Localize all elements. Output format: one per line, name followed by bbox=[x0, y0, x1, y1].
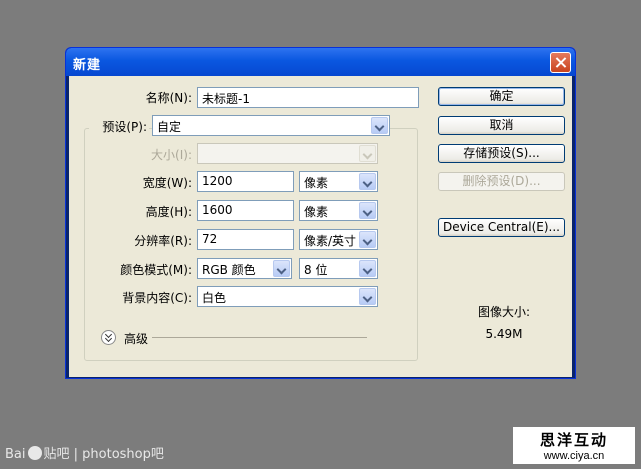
color-mode-value: RGB 颜色 bbox=[202, 263, 256, 277]
chevron-down-icon[interactable] bbox=[371, 117, 388, 134]
preset-label: 预设(P): bbox=[89, 118, 149, 135]
device-central-button[interactable]: Device Central(E)... bbox=[438, 218, 565, 237]
logo-text: 思洋互动 bbox=[539, 431, 608, 449]
color-mode-label: 颜色模式(M): bbox=[120, 263, 192, 277]
resolution-unit-value: 像素/英寸 bbox=[304, 234, 357, 248]
save-preset-button[interactable]: 存储预设(S)... bbox=[438, 144, 565, 163]
background-select[interactable]: 白色 bbox=[197, 286, 378, 307]
dialog-title: 新建 bbox=[73, 58, 102, 73]
background-label: 背景内容(C): bbox=[122, 291, 192, 305]
width-unit-value: 像素 bbox=[304, 176, 329, 190]
width-label: 宽度(W): bbox=[142, 176, 192, 190]
forum-name: | photoshop吧 bbox=[73, 447, 164, 462]
dialog-body: 名称(N): 未标题-1 预设(P): 自定 大小(I): 宽度(W): 120… bbox=[69, 76, 572, 377]
new-document-dialog: 新建 名称(N): 未标题-1 预设(P): 自定 大小(I): 宽度(W): … bbox=[65, 47, 576, 379]
chevron-down-icon[interactable] bbox=[359, 231, 376, 248]
name-input[interactable]: 未标题-1 bbox=[197, 87, 419, 108]
bit-depth-select[interactable]: 8 位 bbox=[299, 258, 378, 279]
width-input[interactable]: 1200 bbox=[197, 171, 294, 192]
height-label: 高度(H): bbox=[145, 205, 192, 219]
bit-depth-value: 8 位 bbox=[304, 263, 328, 277]
chevron-down-icon[interactable] bbox=[359, 173, 376, 190]
size-select bbox=[197, 143, 378, 164]
expand-advanced-icon[interactable] bbox=[101, 330, 116, 345]
name-label: 名称(N): bbox=[145, 91, 192, 105]
baidu-prefix: Bai bbox=[5, 447, 26, 462]
resolution-label: 分辨率(R): bbox=[134, 234, 192, 248]
background-value: 白色 bbox=[202, 291, 227, 305]
image-size-value: 5.49M bbox=[485, 327, 523, 341]
size-label: 大小(I): bbox=[151, 148, 192, 162]
chevron-down-icon[interactable] bbox=[359, 288, 376, 305]
baidu-watermark: Bai 贴吧 | photoshop吧 bbox=[5, 443, 164, 462]
logo-url: www.ciya.cn bbox=[543, 450, 605, 462]
chevron-down-icon[interactable] bbox=[273, 260, 290, 277]
chevron-down-icon bbox=[359, 145, 376, 162]
paw-icon bbox=[27, 446, 42, 460]
preset-select[interactable]: 自定 bbox=[152, 115, 390, 136]
image-size-label: 图像大小: bbox=[477, 305, 531, 319]
dialog-titlebar[interactable]: 新建 bbox=[66, 48, 575, 76]
preset-value: 自定 bbox=[157, 120, 182, 134]
height-input[interactable]: 1600 bbox=[197, 200, 294, 221]
ciya-logo: 思洋互动 www.ciya.cn bbox=[513, 427, 635, 464]
height-unit-value: 像素 bbox=[304, 205, 329, 219]
advanced-label[interactable]: 高级 bbox=[124, 330, 148, 347]
cancel-button[interactable]: 取消 bbox=[438, 116, 565, 135]
resolution-input[interactable]: 72 bbox=[197, 229, 294, 250]
close-icon[interactable] bbox=[550, 52, 571, 73]
height-unit-select[interactable]: 像素 bbox=[299, 200, 378, 221]
delete-preset-button: 删除预设(D)... bbox=[438, 172, 565, 191]
width-unit-select[interactable]: 像素 bbox=[299, 171, 378, 192]
color-mode-select[interactable]: RGB 颜色 bbox=[197, 258, 292, 279]
advanced-divider bbox=[152, 337, 367, 338]
resolution-unit-select[interactable]: 像素/英寸 bbox=[299, 229, 378, 250]
ok-button[interactable]: 确定 bbox=[438, 87, 565, 106]
baidu-suffix: 贴吧 bbox=[43, 447, 70, 462]
chevron-down-icon[interactable] bbox=[359, 260, 376, 277]
chevron-down-icon[interactable] bbox=[359, 202, 376, 219]
